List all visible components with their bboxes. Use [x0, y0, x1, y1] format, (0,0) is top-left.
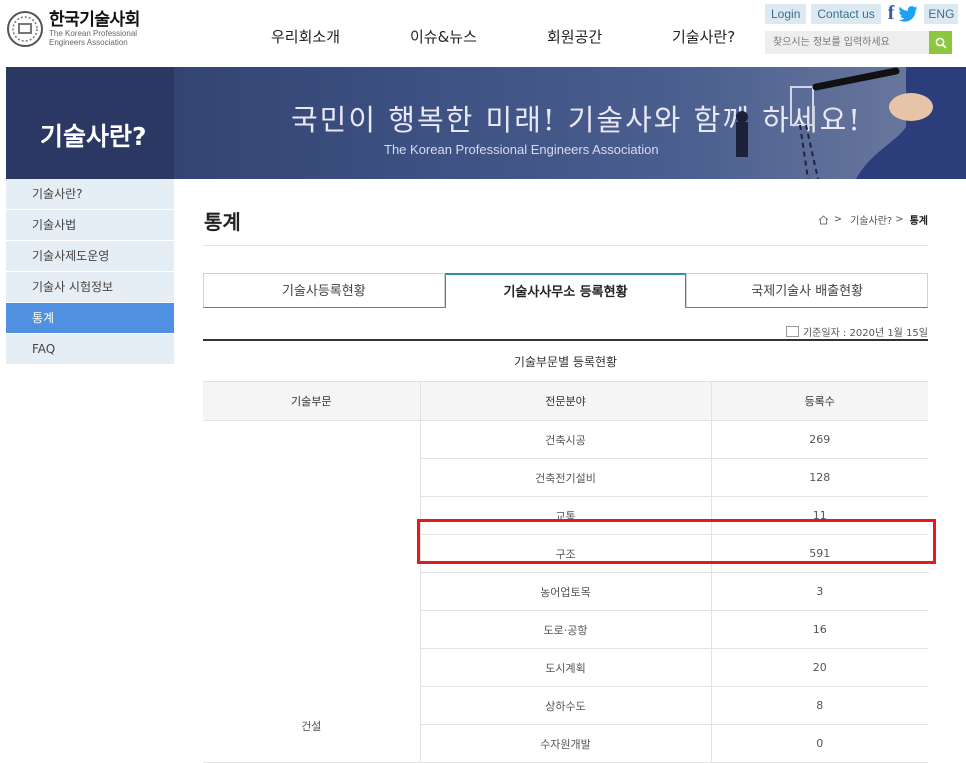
field-cell: 상하수도	[419, 686, 711, 725]
nav-news[interactable]: 이슈&뉴스	[410, 26, 477, 47]
page-title: 통계	[204, 210, 241, 234]
sidebar-item-statistics[interactable]: 통계	[6, 303, 174, 334]
breadcrumb-current: 통계	[909, 216, 928, 227]
field-cell: 농어업토목	[419, 572, 711, 611]
twitter-icon[interactable]	[898, 5, 919, 22]
count-cell: 0	[710, 724, 928, 763]
banner-illustration	[736, 67, 966, 179]
tab-pe-registration[interactable]: 기술사등록현황	[203, 273, 445, 308]
calendar-icon	[785, 326, 799, 337]
table-caption: 기술부문별 등록현황	[203, 339, 928, 382]
tab-international-pe[interactable]: 국제기술사 배출현황	[686, 273, 929, 308]
column-header: 기술부문	[203, 381, 420, 421]
title-divider	[203, 245, 928, 246]
count-cell: 269	[710, 420, 928, 459]
site-logo[interactable]: 한국기술사회 The Korean Professional Engineers…	[6, 10, 140, 48]
count-cell: 20	[710, 648, 928, 687]
sidebar-item-system-operation[interactable]: 기술사제도운영	[6, 241, 174, 272]
breadcrumb-separator: >	[895, 214, 904, 225]
search-icon	[935, 37, 947, 49]
contact-button[interactable]: Contact us	[811, 3, 881, 24]
logo-english-line-1: The Korean Professional	[49, 29, 138, 38]
breadcrumb: > 기술사란? > 통계	[818, 212, 928, 227]
search-box	[765, 31, 952, 54]
stats-tabs: 기술사등록현황 기술사사무소 등록현황 국제기술사 배출현황	[203, 273, 929, 309]
utility-links: Login Contact us f ENG	[765, 2, 959, 25]
nav-what-is-pe[interactable]: 기술사란?	[672, 26, 735, 47]
emblem-icon	[7, 11, 43, 47]
sidebar-item-exam-info[interactable]: 기술사 시험정보	[6, 272, 174, 303]
sidebar-item-pe-law[interactable]: 기술사법	[6, 210, 174, 241]
search-input[interactable]	[765, 31, 929, 54]
nav-members[interactable]: 회원공간	[547, 26, 602, 47]
field-cell: 수자원개발	[419, 724, 711, 763]
field-cell: 건축전기설비	[419, 458, 711, 497]
column-header: 전문분야	[419, 381, 711, 421]
count-cell: 128	[710, 458, 928, 497]
sidebar-item-faq[interactable]: FAQ	[6, 334, 174, 365]
login-button[interactable]: Login	[765, 3, 807, 24]
sub-banner: 기술사란? 국민이 행복한 미래! 기술사와 함께 하세요! The Korea…	[6, 67, 966, 179]
nav-about[interactable]: 우리회소개	[271, 26, 340, 47]
banner-title: 기술사란?	[40, 122, 147, 151]
count-cell: 3	[710, 572, 928, 611]
logo-english-line-2: Engineers Association	[49, 38, 128, 47]
field-cell: 건축시공	[419, 420, 711, 459]
table-row: 건설 건축시공 269	[203, 420, 928, 763]
breadcrumb-parent[interactable]: 기술사란?	[850, 212, 892, 227]
english-site-button[interactable]: ENG	[924, 3, 959, 24]
facebook-icon[interactable]: f	[888, 2, 895, 25]
count-cell: 16	[710, 610, 928, 649]
home-icon[interactable]	[818, 214, 829, 225]
breadcrumb-separator: >	[833, 214, 843, 225]
category-cell: 건설	[203, 420, 420, 763]
field-cell: 도로·공항	[419, 610, 711, 649]
reference-date: 기준일자 : 2020년 1월 15일	[785, 324, 928, 339]
search-button[interactable]	[929, 31, 952, 54]
site-header: 한국기술사회 The Korean Professional Engineers…	[0, 0, 966, 67]
highlight-box	[417, 519, 936, 564]
side-menu: 기술사란? 기술사법 기술사제도운영 기술사 시험정보 통계 FAQ	[6, 179, 174, 365]
banner-subtitle: The Korean Professional Engineers Associ…	[384, 142, 659, 157]
logo-korean-name: 한국기술사회	[49, 10, 140, 30]
column-header: 등록수	[710, 381, 928, 421]
tab-office-registration[interactable]: 기술사사무소 등록현황	[444, 273, 687, 308]
field-cell: 도시계획	[419, 648, 711, 687]
reference-date-text: 기준일자 : 2020년 1월 15일	[802, 328, 928, 339]
count-cell: 8	[710, 686, 928, 725]
sidebar-item-what-is-pe[interactable]: 기술사란?	[6, 179, 174, 210]
